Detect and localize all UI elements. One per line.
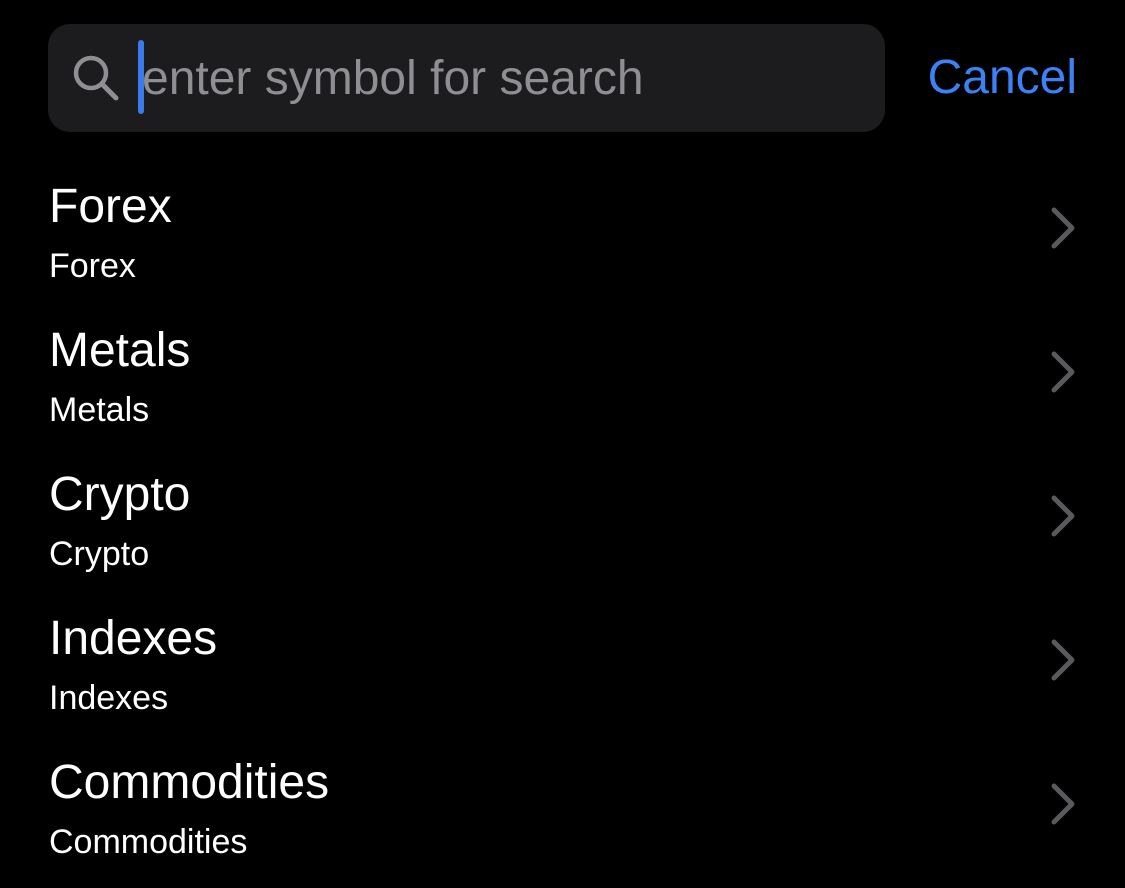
category-item-crypto[interactable]: Crypto Crypto	[0, 456, 1125, 600]
category-subtitle: Indexes	[49, 679, 169, 717]
category-subtitle: Crypto	[49, 535, 150, 573]
chevron-right-icon	[1051, 783, 1075, 825]
category-title: Commodities	[49, 756, 330, 809]
category-subtitle: Forex	[49, 247, 136, 285]
chevron-right-icon	[1051, 639, 1075, 681]
search-input[interactable]	[142, 44, 872, 112]
search-icon	[73, 55, 119, 101]
category-item-metals[interactable]: Metals Metals	[0, 312, 1125, 456]
category-subtitle: Metals	[49, 391, 150, 429]
category-title: Crypto	[49, 468, 191, 521]
chevron-right-icon	[1051, 351, 1075, 393]
category-title: Metals	[49, 324, 191, 377]
category-list: Forex Forex Metals Metals Crypto Crypto …	[0, 168, 1125, 888]
category-item-indexes[interactable]: Indexes Indexes	[0, 600, 1125, 744]
category-item-forex[interactable]: Forex Forex	[0, 168, 1125, 312]
cancel-button[interactable]: Cancel	[928, 46, 1077, 110]
category-subtitle: Commodities	[49, 823, 248, 861]
chevron-right-icon	[1051, 207, 1075, 249]
category-item-commodities[interactable]: Commodities Commodities	[0, 744, 1125, 888]
search-bar: Cancel	[48, 24, 1077, 132]
category-title: Forex	[49, 180, 172, 233]
search-field[interactable]	[48, 24, 885, 132]
chevron-right-icon	[1051, 495, 1075, 537]
category-title: Indexes	[49, 612, 218, 665]
